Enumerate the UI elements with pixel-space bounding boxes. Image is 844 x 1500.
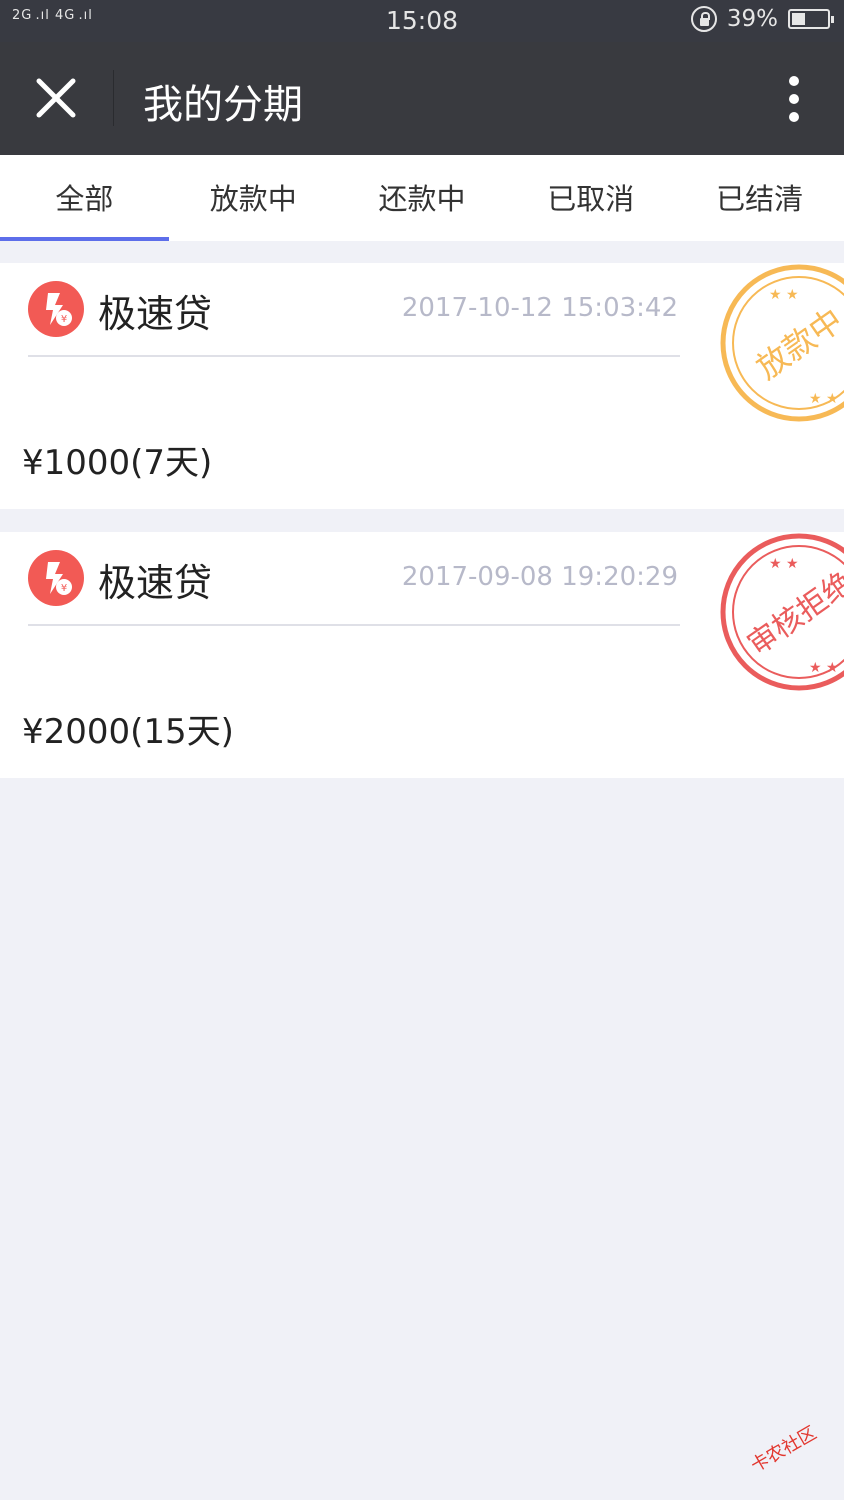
product-name: 极速贷 <box>98 561 213 605</box>
order-time: 2017-09-08 19:20:29 <box>401 562 678 592</box>
more-menu-button[interactable] <box>774 72 814 128</box>
more-dots-icon <box>789 76 799 86</box>
loan-amount: ¥1000(7天) <box>22 443 213 483</box>
svg-text:¥: ¥ <box>61 583 67 594</box>
tab-all[interactable]: 全部 <box>0 155 169 241</box>
status-right: 39% <box>690 6 834 32</box>
tab-repaying[interactable]: 还款中 <box>338 155 507 241</box>
flash-loan-icon: ¥ <box>28 550 84 606</box>
close-button[interactable] <box>22 64 90 132</box>
tab-cancelled[interactable]: 已取消 <box>506 155 675 241</box>
svg-text:¥: ¥ <box>61 314 67 325</box>
status-bar: 2G .ıl 4G .ıl 15:08 39% <box>0 0 844 42</box>
page-title: 我的分期 <box>143 82 303 128</box>
svg-text:★ ★: ★ ★ <box>769 287 799 303</box>
nav-bar: 我的分期 <box>0 42 844 155</box>
nav-divider <box>113 70 114 126</box>
status-stamp: ★ ★ ★ ★ 放款中 <box>720 264 844 422</box>
flash-loan-icon: ¥ <box>28 281 84 337</box>
product-name: 极速贷 <box>98 292 213 336</box>
order-time: 2017-10-12 15:03:42 <box>401 293 678 323</box>
battery-percent: 39% <box>726 6 778 32</box>
stamp-text: 放款中 <box>749 301 844 387</box>
svg-text:卡农社区: 卡农社区 <box>747 1422 820 1476</box>
tab-settled[interactable]: 已结清 <box>675 155 844 241</box>
tab-disbursing[interactable]: 放款中 <box>169 155 338 241</box>
loan-card[interactable]: ¥ 极速贷 2017-09-08 19:20:29 ¥2000(15天) ★ ★… <box>0 532 844 778</box>
svg-text:★ ★: ★ ★ <box>769 556 799 572</box>
loan-card[interactable]: ¥ 极速贷 2017-10-12 15:03:42 ¥1000(7天) ★ ★ … <box>0 263 844 509</box>
stamp-text: 审核拒绝 <box>741 565 844 662</box>
svg-text:★ ★: ★ ★ <box>809 391 839 407</box>
card-divider <box>28 355 680 357</box>
tab-bar: 全部 放款中 还款中 已取消 已结清 <box>0 155 844 241</box>
card-divider <box>28 624 680 626</box>
battery-icon <box>788 9 834 29</box>
svg-text:★ ★: ★ ★ <box>809 660 839 676</box>
close-icon <box>36 78 76 118</box>
status-stamp: ★ ★ ★ ★ 审核拒绝 <box>720 533 844 691</box>
watermark-logo: 卡农社区 <box>747 1422 820 1476</box>
loan-amount: ¥2000(15天) <box>22 712 234 752</box>
rotation-lock-icon <box>690 6 717 32</box>
